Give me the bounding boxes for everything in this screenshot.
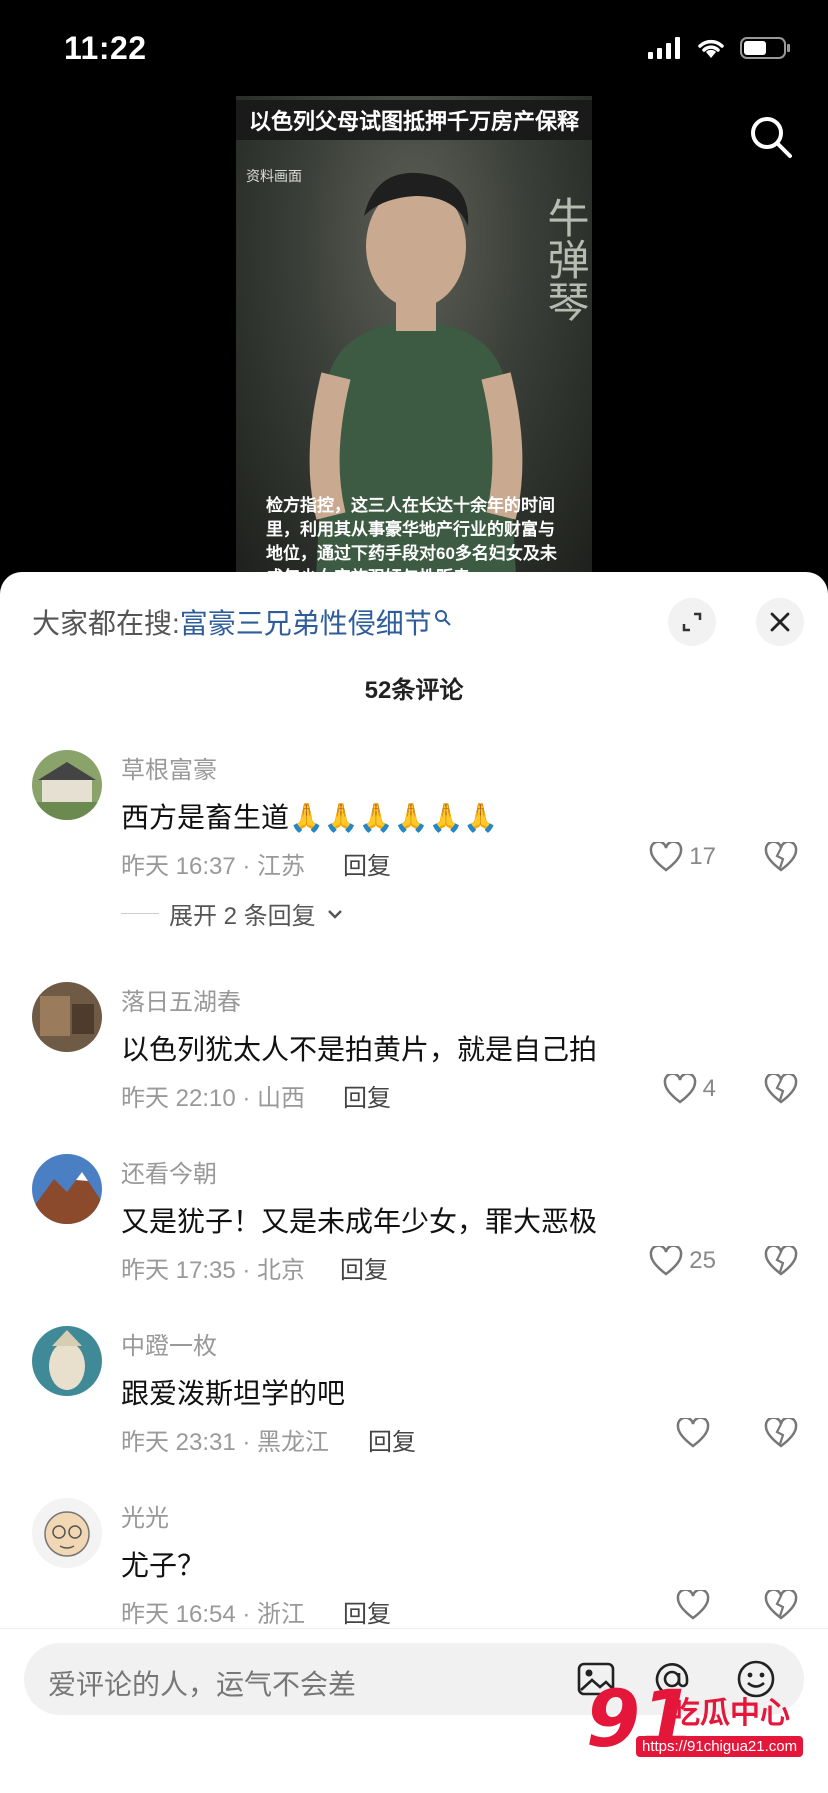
comment-text: 西方是畜生道🙏🙏🙏🙏🙏🙏 <box>121 802 499 833</box>
dislike-button[interactable] <box>764 1244 798 1281</box>
like-button[interactable]: 17 <box>649 842 716 872</box>
close-sheet-button[interactable] <box>756 598 804 646</box>
expand-replies-label: 展开 2 条回复 <box>169 903 316 930</box>
wifi-icon <box>698 39 724 58</box>
comment-username[interactable]: 中蹬一枚 <box>121 1326 217 1361</box>
broken-heart-icon <box>764 1416 798 1448</box>
comment-username[interactable]: 落日五湖春 <box>121 982 241 1017</box>
reply-button[interactable]: 回复 <box>368 1422 416 1457</box>
comment-count: 52条评论 <box>364 677 464 704</box>
like-button[interactable] <box>676 1590 716 1620</box>
battery-icon <box>740 37 790 59</box>
comment-username[interactable]: 光光 <box>121 1498 169 1533</box>
comment-meta: 昨天 16:54 · 浙江 <box>121 1601 306 1628</box>
search-icon <box>751 117 792 158</box>
dislike-button[interactable] <box>764 840 798 877</box>
reply-button[interactable]: 回复 <box>343 1594 391 1629</box>
system-icons <box>648 36 792 60</box>
comment-text: 又是犹子！又是未成年少女，罪大恶极 <box>121 1206 598 1237</box>
comment-username[interactable]: 还看今朝 <box>121 1154 217 1189</box>
expand-sheet-button[interactable] <box>668 598 716 646</box>
comment-meta: 昨天 16:37 · 江苏 <box>121 853 306 880</box>
status-time: 11:22 <box>64 30 147 66</box>
comment-text: 跟爱泼斯坦学的吧 <box>121 1378 346 1409</box>
avatar[interactable] <box>32 1326 102 1396</box>
dislike-button[interactable] <box>764 1416 798 1453</box>
dislike-button[interactable] <box>764 1072 798 1109</box>
broken-heart-icon <box>764 1244 798 1276</box>
reply-button[interactable]: 回复 <box>343 1078 391 1113</box>
reply-button[interactable]: 回复 <box>340 1250 388 1285</box>
video-frame[interactable]: 以色列父母试图抵押千万房产保释 资料画面 牛弹琴 检方指控，这三人在长达十余年的… <box>236 96 592 576</box>
trend-prefix: 大家都在搜: <box>32 608 180 639</box>
comment-input-placeholder: 爱评论的人，运气不会差 <box>48 1669 357 1700</box>
site-watermark: 91 吃瓜中心 https://91chigua21.com <box>586 1680 822 1764</box>
small-search-icon <box>434 610 451 626</box>
comment-username[interactable]: 草根富豪 <box>121 750 217 785</box>
brand-watermark: 牛弹琴 <box>541 196 590 322</box>
broken-heart-icon <box>764 840 798 872</box>
status-bar: 11:22 <box>0 0 828 96</box>
search-button[interactable] <box>748 114 794 160</box>
watermark-name: 吃瓜中心 <box>670 1697 790 1730</box>
avatar[interactable] <box>32 1154 102 1224</box>
divider-line <box>121 913 159 914</box>
heart-icon <box>649 842 683 872</box>
avatar[interactable] <box>32 982 102 1052</box>
signal-icon <box>648 37 680 59</box>
dislike-button[interactable] <box>764 1588 798 1625</box>
source-tag: 资料画面 <box>246 168 302 184</box>
comment-meta: 昨天 23:31 · 黑龙江 <box>121 1429 330 1456</box>
broken-heart-icon <box>764 1588 798 1620</box>
avatar[interactable] <box>32 1498 102 1568</box>
heart-icon <box>676 1418 710 1448</box>
like-count: 17 <box>689 843 716 870</box>
avatar[interactable] <box>32 750 102 820</box>
video-title: 以色列父母试图抵押千万房产保释 <box>236 100 592 140</box>
heart-icon <box>649 1246 683 1276</box>
watermark-url: https://91chigua21.com <box>636 1736 804 1757</box>
like-button[interactable] <box>676 1418 716 1448</box>
reply-button[interactable]: 回复 <box>343 846 391 881</box>
comment-meta: 昨天 22:10 · 山西 <box>121 1085 306 1112</box>
trending-search[interactable]: 大家都在搜: 富豪三兄弟性侵细节 <box>32 602 452 642</box>
comment-meta: 昨天 17:35 · 北京 <box>121 1257 306 1284</box>
close-icon <box>770 612 790 632</box>
trend-link[interactable]: 富豪三兄弟性侵细节 <box>180 602 432 642</box>
expand-icon <box>682 612 702 632</box>
like-count: 4 <box>702 1075 716 1102</box>
like-button[interactable]: 25 <box>649 1246 716 1276</box>
comment-text: 以色列犹太人不是拍黄片，就是自己拍 <box>121 1034 598 1065</box>
broken-heart-icon <box>764 1072 798 1104</box>
like-button[interactable]: 4 <box>663 1074 716 1104</box>
expand-replies[interactable]: 展开 2 条回复 <box>121 896 344 931</box>
like-count: 25 <box>689 1247 716 1274</box>
comment-sheet: 大家都在搜: 富豪三兄弟性侵细节 52条评论 草根富豪 西方是畜生道🙏🙏🙏🙏🙏🙏… <box>0 572 828 1792</box>
heart-icon <box>663 1074 696 1104</box>
chevron-down-icon <box>327 909 342 919</box>
heart-icon <box>676 1590 710 1620</box>
comment-text: 尤子？ <box>121 1550 206 1581</box>
video-subtitle: 检方指控，这三人在长达十余年的时间里，利用其从事豪华地产行业的财富与地位，通过下… <box>266 496 557 576</box>
